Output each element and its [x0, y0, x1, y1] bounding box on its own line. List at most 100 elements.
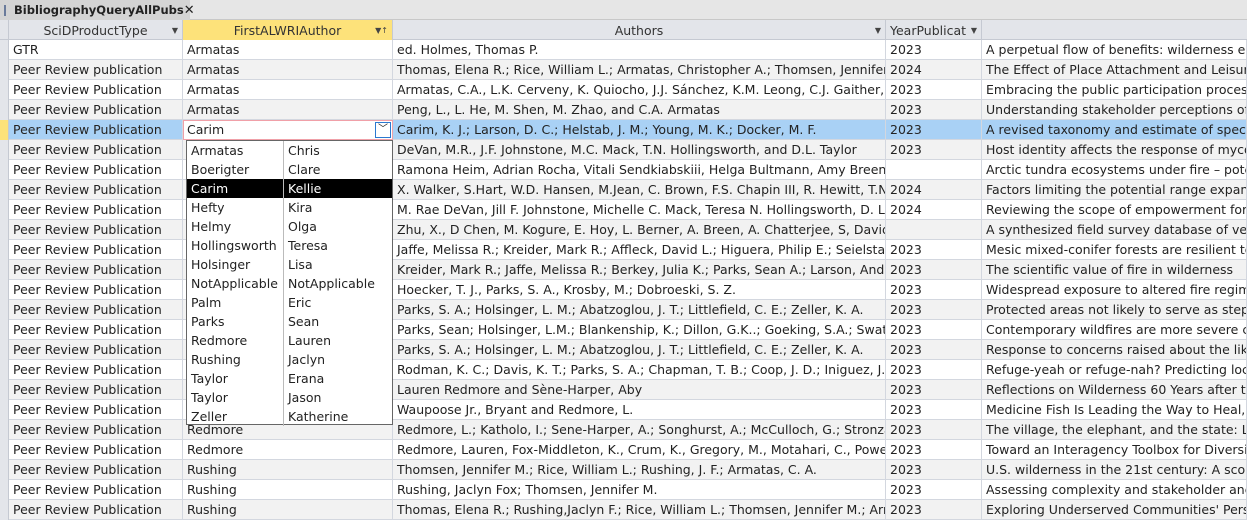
year-cell[interactable]: 2023 — [886, 120, 982, 140]
product-type-cell[interactable]: Peer Review Publication — [9, 240, 183, 260]
year-cell[interactable]: 2023 — [886, 100, 982, 120]
filter-arrow-icon[interactable]: ▼ — [971, 26, 977, 35]
authors-cell[interactable]: Parks, S. A.; Holsinger, L. M.; Abatzogl… — [393, 300, 886, 320]
table-row[interactable]: Peer Review Publication Rushing Rushing, J… — [0, 480, 1247, 500]
first-author-cell[interactable]: Rushing — [183, 480, 393, 500]
dropdown-option[interactable]: Hollingsworth Teresa — [187, 236, 392, 255]
table-row[interactable]: Peer Review publication Armatas Thomas, El… — [0, 60, 1247, 80]
year-cell[interactable]: 2023 — [886, 260, 982, 280]
authors-cell[interactable]: Parks, S. A.; Holsinger, L. M.; Abatzogl… — [393, 340, 886, 360]
year-cell[interactable]: 2023 — [886, 360, 982, 380]
title-cell[interactable]: Contemporary wildfires are more severe c — [982, 320, 1247, 340]
sort-filter-icon[interactable]: ▼↑ — [375, 26, 388, 35]
title-cell[interactable]: Reviewing the scope of empowerment for — [982, 200, 1247, 220]
year-cell[interactable] — [886, 220, 982, 240]
authors-cell[interactable]: Hoecker, T. J., Parks, S. A., Krosby, M.… — [393, 280, 886, 300]
product-type-cell[interactable]: Peer Review Publication — [9, 460, 183, 480]
record-selector[interactable] — [0, 380, 9, 400]
product-type-cell[interactable]: GTR — [9, 40, 183, 60]
record-selector[interactable] — [0, 340, 9, 360]
authors-cell[interactable]: Rodman, K. C.; Davis, K. T.; Parks, S. A… — [393, 360, 886, 380]
title-cell[interactable]: A synthesized field survey database of v… — [982, 220, 1247, 240]
filter-arrow-icon[interactable]: ▼ — [172, 26, 178, 35]
title-cell[interactable]: The Effect of Place Attachment and Leisu… — [982, 60, 1247, 80]
dropdown-option[interactable]: NotApplicable NotApplicable — [187, 274, 392, 293]
record-selector[interactable] — [0, 460, 9, 480]
record-selector[interactable] — [0, 440, 9, 460]
authors-cell[interactable]: Peng, L., L. He, M. Shen, M. Zhao, and C… — [393, 100, 886, 120]
product-type-cell[interactable]: Peer Review Publication — [9, 420, 183, 440]
authors-cell[interactable]: Thomas, Elena R.; Rice, William L.; Arma… — [393, 60, 886, 80]
year-cell[interactable]: 2023 — [886, 480, 982, 500]
title-cell[interactable]: Assessing complexity and stakeholder and — [982, 480, 1247, 500]
dropdown-option[interactable]: Holsinger Lisa — [187, 255, 392, 274]
product-type-cell[interactable]: Peer Review Publication — [9, 500, 183, 520]
record-selector[interactable] — [0, 40, 9, 60]
record-selector[interactable] — [0, 400, 9, 420]
title-cell[interactable]: Exploring Underserved Communities' Pers — [982, 500, 1247, 520]
first-author-combobox[interactable]: Carim ﹀ — [183, 120, 393, 140]
record-selector[interactable] — [0, 140, 9, 160]
product-type-cell[interactable]: Peer Review Publication — [9, 360, 183, 380]
record-selector[interactable] — [0, 500, 9, 520]
year-cell[interactable]: 2023 — [886, 460, 982, 480]
record-selector[interactable] — [0, 160, 9, 180]
year-cell[interactable]: 2023 — [886, 400, 982, 420]
product-type-cell[interactable]: Peer Review Publication — [9, 300, 183, 320]
authors-cell[interactable]: Redmore, L.; Katholo, I.; Sene-Harper, A… — [393, 420, 886, 440]
dropdown-option[interactable]: Parks Sean — [187, 312, 392, 331]
authors-cell[interactable]: Ramona Heim, Adrian Rocha, Vitali Sendki… — [393, 160, 886, 180]
authors-cell[interactable]: Zhu, X., D Chen, M. Kogure, E. Hoy, L. B… — [393, 220, 886, 240]
title-cell[interactable]: Reflections on Wilderness 60 Years after… — [982, 380, 1247, 400]
first-author-cell[interactable]: Armatas — [183, 80, 393, 100]
product-type-cell[interactable]: Peer Review Publication — [9, 100, 183, 120]
year-cell[interactable] — [886, 160, 982, 180]
select-all-button[interactable] — [0, 20, 9, 40]
table-row[interactable]: Peer Review Publication Armatas Armatas, C… — [0, 80, 1247, 100]
filter-arrow-icon[interactable]: ▼ — [875, 26, 881, 35]
year-cell[interactable]: 2023 — [886, 240, 982, 260]
title-cell[interactable]: Widespread exposure to altered fire regi… — [982, 280, 1247, 300]
year-cell[interactable]: 2023 — [886, 40, 982, 60]
title-cell[interactable]: Mesic mixed-conifer forests are resilien… — [982, 240, 1247, 260]
authors-cell[interactable]: Parks, Sean; Holsinger, L.M.; Blankenshi… — [393, 320, 886, 340]
product-type-cell[interactable]: Peer Review Publication — [9, 340, 183, 360]
title-cell[interactable]: A revised taxonomy and estimate of speci… — [982, 120, 1247, 140]
year-cell[interactable]: 2023 — [886, 280, 982, 300]
dropdown-option[interactable]: Zeller Katherine — [187, 407, 392, 426]
table-row[interactable]: Peer Review Publication Rushing Thomsen, J… — [0, 460, 1247, 480]
first-author-cell[interactable]: Armatas — [183, 100, 393, 120]
year-cell[interactable]: 2024 — [886, 60, 982, 80]
product-type-cell[interactable]: Peer Review Publication — [9, 480, 183, 500]
first-author-cell[interactable]: Rushing — [183, 500, 393, 520]
product-type-cell[interactable]: Peer Review Publication — [9, 440, 183, 460]
title-cell[interactable]: U.S. wilderness in the 21st century: A s… — [982, 460, 1247, 480]
record-selector[interactable] — [0, 360, 9, 380]
dropdown-option[interactable]: Taylor Erana — [187, 369, 392, 388]
record-selector[interactable] — [0, 240, 9, 260]
first-author-cell[interactable]: Armatas — [183, 40, 393, 60]
title-cell[interactable]: Protected areas not likely to serve as s… — [982, 300, 1247, 320]
authors-cell[interactable]: M. Rae DeVan, Jill F. Johnstone, Michell… — [393, 200, 886, 220]
authors-cell[interactable]: DeVan, M.R., J.F. Johnstone, M.C. Mack, … — [393, 140, 886, 160]
product-type-cell[interactable]: Peer Review Publication — [9, 220, 183, 240]
title-cell[interactable]: Embracing the public participation proce… — [982, 80, 1247, 100]
title-cell[interactable]: Understanding stakeholder perceptions of — [982, 100, 1247, 120]
table-row[interactable]: GTR Armatas ed. Holmes, Thomas P. 2023 A per… — [0, 40, 1247, 60]
record-selector[interactable] — [0, 300, 9, 320]
product-type-cell[interactable]: Peer Review Publication — [9, 260, 183, 280]
table-row[interactable]: Peer Review Publication Redmore Redmore, L… — [0, 440, 1247, 460]
year-cell[interactable]: 2023 — [886, 380, 982, 400]
record-selector[interactable] — [0, 480, 9, 500]
title-cell[interactable]: The village, the elephant, and the state… — [982, 420, 1247, 440]
chevron-down-icon[interactable]: ﹀ — [375, 122, 391, 138]
title-cell[interactable]: Arctic tundra ecosystems under fire – po… — [982, 160, 1247, 180]
record-selector[interactable] — [0, 260, 9, 280]
record-selector[interactable] — [0, 80, 9, 100]
first-author-cell[interactable]: Redmore — [183, 440, 393, 460]
dropdown-option[interactable]: Boerigter Clare — [187, 160, 392, 179]
year-cell[interactable]: 2024 — [886, 200, 982, 220]
record-selector[interactable] — [0, 100, 9, 120]
record-selector[interactable] — [0, 120, 9, 140]
column-header-first-author[interactable]: FirstALWRIAuthor ▼↑ — [183, 20, 393, 40]
